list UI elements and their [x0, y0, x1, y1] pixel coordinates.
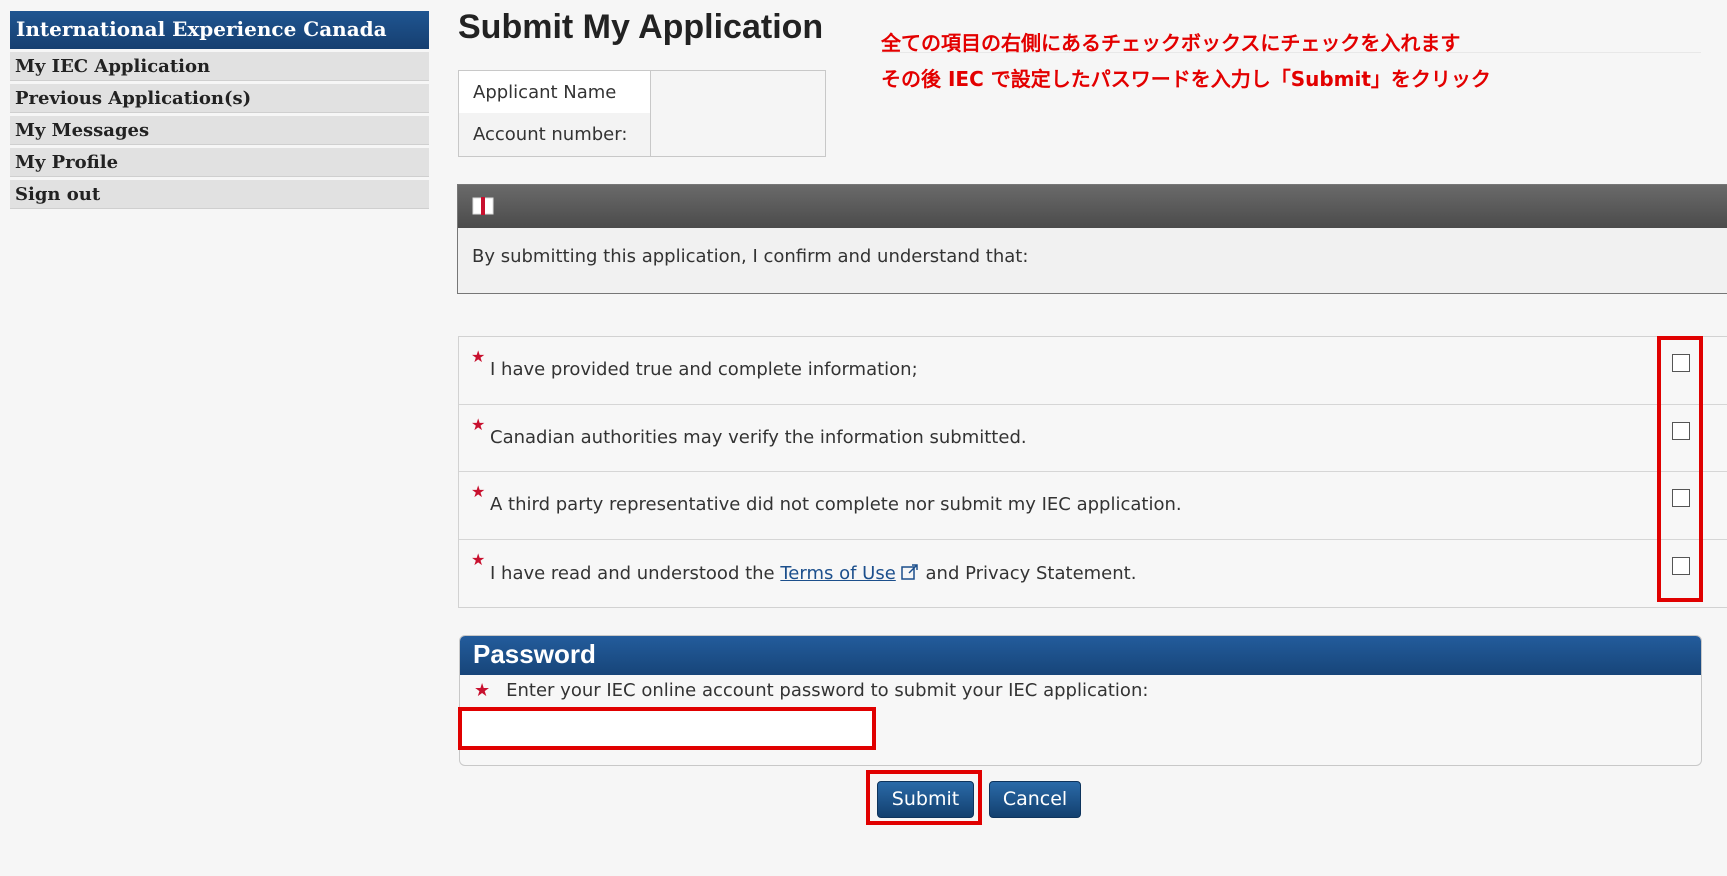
- applicant-name-value: [651, 71, 825, 113]
- required-star-icon: ★: [471, 414, 486, 434]
- declaration-text-after: and Privacy Statement.: [919, 562, 1137, 584]
- sidebar-item-sign-out[interactable]: Sign out: [10, 180, 429, 209]
- declaration-text: I have provided true and complete inform…: [490, 359, 918, 380]
- required-star-icon: ★: [471, 347, 486, 366]
- declaration-text-before: I have read and understood the: [490, 562, 781, 584]
- declaration-row: ★ I have provided true and complete info…: [459, 337, 1727, 405]
- required-star-icon: ★: [471, 549, 486, 569]
- page-title: Submit My Application: [458, 8, 824, 46]
- declaration-row: ★ I have read and understood the Terms o…: [459, 540, 1727, 608]
- sidebar-item-my-messages[interactable]: My Messages: [10, 116, 429, 145]
- confirmation-panel-header: [458, 185, 1727, 228]
- password-label-text: Enter your IEC online account password t…: [506, 680, 1149, 701]
- terms-of-use-link[interactable]: Terms of Use: [780, 563, 895, 584]
- submit-button[interactable]: Submit: [877, 781, 974, 818]
- account-number-label: Account number:: [459, 113, 651, 156]
- declaration-text: I have read and understood the Terms of …: [490, 562, 1136, 584]
- account-number-row: Account number:: [459, 113, 825, 156]
- password-heading: Password: [460, 636, 1701, 675]
- annotation-note-line-2: その後 IEC で設定したパスワードを入力し「Submit」をクリック: [881, 67, 1491, 91]
- applicant-name-label: Applicant Name: [459, 71, 651, 113]
- confirmation-panel: By submitting this application, I confir…: [457, 184, 1727, 294]
- sidebar: International Experience Canada My IEC A…: [10, 11, 429, 209]
- declaration-text: Canadian authorities may verify the info…: [490, 426, 1027, 448]
- confirmation-intro-text: By submitting this application, I confir…: [472, 246, 1029, 267]
- declaration-checkbox-2[interactable]: [1672, 421, 1690, 440]
- sidebar-item-my-profile[interactable]: My Profile: [10, 148, 429, 177]
- declaration-row: ★ Canadian authorities may verify the in…: [459, 405, 1727, 472]
- applicant-info-table: Applicant Name Account number:: [458, 70, 826, 157]
- declaration-row: ★ A third party representative did not c…: [459, 472, 1727, 540]
- applicant-name-row: Applicant Name: [459, 71, 825, 113]
- sidebar-brand: International Experience Canada: [10, 11, 429, 49]
- external-link-icon[interactable]: [900, 562, 920, 582]
- required-star-icon: ★: [471, 482, 486, 501]
- password-input[interactable]: [458, 707, 876, 750]
- declaration-checkbox-4[interactable]: [1672, 556, 1690, 575]
- declarations-list: ★ I have provided true and complete info…: [458, 336, 1727, 608]
- cancel-button[interactable]: Cancel: [989, 781, 1081, 818]
- declaration-checkbox-1[interactable]: [1672, 354, 1690, 372]
- declaration-text: A third party representative did not com…: [490, 494, 1182, 515]
- book-icon: [472, 197, 494, 215]
- annotation-note-line-1: 全ての項目の右側にあるチェックボックスにチェックを入れます: [881, 31, 1461, 55]
- declaration-checkbox-3[interactable]: [1672, 489, 1690, 507]
- sidebar-item-my-iec-application[interactable]: My IEC Application: [10, 52, 429, 81]
- required-star-icon: ★: [474, 680, 491, 701]
- password-label: ★ Enter your IEC online account password …: [474, 680, 1148, 701]
- sidebar-item-previous-applications[interactable]: Previous Application(s): [10, 84, 429, 113]
- account-number-value: [651, 113, 825, 156]
